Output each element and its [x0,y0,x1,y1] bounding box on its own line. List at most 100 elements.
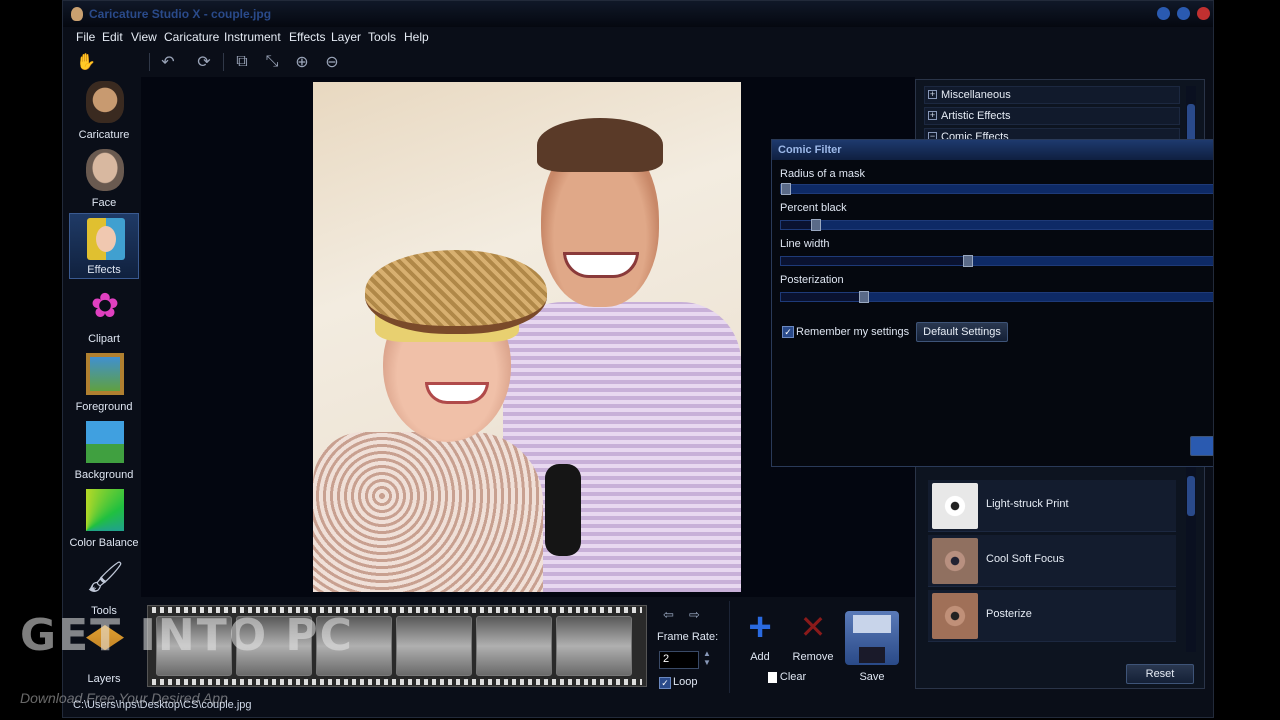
close-button[interactable] [1197,7,1210,20]
floppy-shutter [859,647,885,663]
next-frame-icon[interactable]: ⇨ [689,607,700,623]
radius-mask-slider[interactable] [780,183,1213,195]
loop-checkbox[interactable]: ✓ [659,677,671,689]
toolbar-separator [223,53,224,71]
title-bar: Caricature Studio X - couple.jpg [63,1,1213,27]
frame-icon [86,353,124,395]
film-frame[interactable] [476,616,552,676]
sidebar-item-foreground[interactable]: Foreground [69,349,139,415]
menu-tools[interactable]: Tools [368,30,396,44]
sprocket-holes [152,679,642,685]
effect-item-light-struck-print[interactable]: Light-struck Print [928,480,1176,532]
dialog-ok-button[interactable] [1190,436,1213,456]
menu-help[interactable]: Help [404,30,429,44]
slider-label: Percent black [780,202,847,214]
crop-icon[interactable]: ⧉ [231,51,253,73]
slider-label: Posterization [780,274,844,286]
line-width-slider[interactable] [780,255,1213,267]
sidebar-item-label: Color Balance [69,537,139,549]
x-icon: ✕ [799,609,827,645]
sidebar-item-label: Caricature [78,129,130,141]
effect-thumbnail [932,483,978,529]
remove-label: Remove [792,651,834,663]
sidebar-item-clipart[interactable]: ✿ Clipart [69,281,139,347]
comic-filter-dialog: Comic Filter Radius of a mask Percent bl… [771,139,1213,467]
slider-thumb[interactable] [811,219,822,231]
rotate-icon[interactable]: ⟳ [193,51,215,73]
slider-thumb[interactable] [781,183,791,195]
sidebar-item-face[interactable]: Face [69,145,139,211]
default-settings-button[interactable]: Default Settings [916,322,1008,342]
effect-label: Posterize [986,608,1032,620]
prev-frame-icon[interactable]: ⇦ [663,607,674,623]
slider-fill [781,221,812,229]
sidebar-item-label: Background [74,469,134,481]
tree-category-miscellaneous[interactable]: + Miscellaneous [924,86,1180,104]
add-button[interactable]: + Add [736,607,784,663]
menu-edit[interactable]: Edit [102,30,123,44]
frame-rate-label: Frame Rate: [657,631,719,643]
photo[interactable] [313,82,741,592]
window-title: Caricature Studio X - couple.jpg [89,7,272,21]
frame-rate-input[interactable]: 2 [659,651,699,669]
menu-file[interactable]: File [76,30,95,44]
menu-caricature[interactable]: Caricature [164,30,219,44]
effect-thumbnail [932,593,978,639]
action-buttons: + Add ✕ Remove Clear Save [729,601,916,693]
category-label: Artistic Effects [941,110,1011,122]
caricature-icon [86,81,124,123]
sidebar: Caricature Face Effects ✿ Clipart Foregr… [69,77,141,697]
clear-label: Clear [779,671,807,683]
effect-item-cool-soft-focus[interactable]: Cool Soft Focus [928,535,1176,587]
save-button[interactable]: Save [842,611,902,683]
tree-category-artistic-effects[interactable]: + Artistic Effects [924,107,1180,125]
expand-icon[interactable]: + [928,90,937,99]
landscape-icon [86,421,124,463]
remove-button[interactable]: ✕ Remove [788,607,838,663]
remember-settings-checkbox[interactable]: ✓ [782,326,794,338]
frame-rate-stepper[interactable]: ▲ ▼ [703,649,711,667]
menu-layer[interactable]: Layer [331,30,361,44]
sidebar-item-effects[interactable]: Effects [69,213,139,279]
menu-instrument[interactable]: Instrument [224,30,281,44]
sidebar-item-label: Effects [87,264,121,276]
effect-label: Cool Soft Focus [986,553,1065,565]
slider-fill [781,257,964,265]
floppy-label-area [853,615,891,633]
film-frame[interactable] [396,616,472,676]
posterization-slider[interactable] [780,291,1213,303]
slider-thumb[interactable] [859,291,870,303]
percent-black-slider[interactable] [780,219,1213,231]
sidebar-item-color-balance[interactable]: Color Balance [69,485,139,551]
sidebar-item-label: Clipart [88,333,120,345]
zoom-out-icon[interactable]: ⊖ [321,51,343,73]
slider-thumb[interactable] [963,255,974,267]
maximize-button[interactable] [1177,7,1190,20]
slider-fill [781,293,860,301]
woman-hat [365,250,547,334]
expand-icon[interactable]: + [928,111,937,120]
film-frame[interactable] [556,616,632,676]
clear-button[interactable]: Clear [762,671,812,683]
scrollbar-thumb[interactable] [1187,104,1195,144]
flower-icon: ✿ [90,287,120,325]
dialog-title: Comic Filter [772,140,1213,160]
menu-effects[interactable]: Effects [289,30,325,44]
sidebar-item-caricature[interactable]: Caricature [69,77,139,143]
sidebar-item-background[interactable]: Background [69,417,139,483]
resize-icon[interactable]: ⤡ [261,51,283,73]
watermark-logo: GET INTO PC [20,610,354,661]
face-icon [86,149,124,191]
effect-item-posterize[interactable]: Posterize [928,590,1176,642]
woman-top [313,432,543,592]
sidebar-item-label: Layers [87,673,121,685]
reset-button[interactable]: Reset [1126,664,1194,684]
hand-icon[interactable]: ✋ [75,51,97,73]
slider-label: Line width [780,238,830,250]
zoom-in-icon[interactable]: ⊕ [291,51,313,73]
scrollbar-thumb[interactable] [1187,476,1195,516]
menu-view[interactable]: View [131,30,157,44]
sidebar-item-label: Face [91,197,117,209]
minimize-button[interactable] [1157,7,1170,20]
undo-icon[interactable]: ↶ [157,51,179,73]
